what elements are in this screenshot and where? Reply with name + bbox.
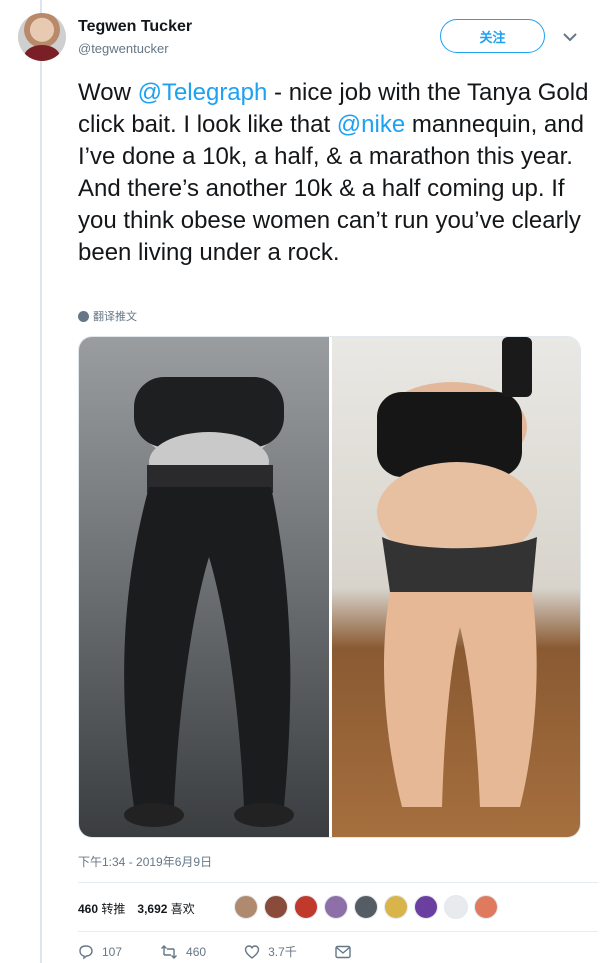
tweet-actions: 107 460 3.7千 <box>78 943 351 960</box>
like-stat[interactable]: 3,692 喜欢 <box>137 900 194 917</box>
liker-avatar[interactable] <box>384 895 408 919</box>
retweet-stat-count: 460 <box>78 902 99 916</box>
like-stat-label: 喜欢 <box>170 902 195 916</box>
avatar[interactable] <box>18 13 66 61</box>
retweet-stat[interactable]: 460 转推 <box>78 900 125 917</box>
photo-mannequin[interactable] <box>79 337 329 837</box>
tweet-text: Wow @Telegraph - nice job with the Tanya… <box>78 77 590 269</box>
tweet-timestamp[interactable]: 下午1:34 - 2019年6月9日 <box>78 853 212 870</box>
like-button[interactable]: 3.7千 <box>244 943 297 960</box>
like-stat-count: 3,692 <box>137 902 168 916</box>
translate-link[interactable]: 翻译推文 <box>78 308 137 324</box>
divider <box>78 931 598 932</box>
tweet-text-part: Wow <box>78 79 138 106</box>
avatar-shoulders <box>24 45 60 61</box>
reply-count: 107 <box>102 944 123 959</box>
retweet-stat-label: 转推 <box>101 902 126 916</box>
mail-icon <box>335 945 351 958</box>
globe-icon <box>78 310 89 322</box>
mention-link-nike[interactable]: @nike <box>337 111 405 138</box>
liker-avatar[interactable] <box>324 895 348 919</box>
display-name[interactable]: Tegwen Tucker <box>78 18 192 36</box>
liker-avatar[interactable] <box>264 895 288 919</box>
retweet-icon <box>161 944 178 959</box>
heart-icon <box>244 944 260 959</box>
thread-rule <box>40 0 42 963</box>
tweet-stats: 460 转推 3,692 喜欢 <box>78 900 195 917</box>
liker-avatar[interactable] <box>294 895 318 919</box>
reply-icon <box>79 944 93 959</box>
like-count: 3.7千 <box>268 945 297 959</box>
user-handle[interactable]: @tegwentucker <box>78 41 169 56</box>
mention-link-telegraph[interactable]: @Telegraph <box>138 79 268 106</box>
liker-avatar[interactable] <box>414 895 438 919</box>
liker-avatar[interactable] <box>474 895 498 919</box>
divider <box>78 882 598 883</box>
follow-button[interactable]: 关注 <box>440 19 545 53</box>
liker-avatar[interactable] <box>234 895 258 919</box>
liker-avatar[interactable] <box>354 895 378 919</box>
translate-label: 翻译推文 <box>93 311 137 323</box>
liker-avatar[interactable] <box>444 895 468 919</box>
message-button[interactable] <box>335 945 351 959</box>
chevron-down-icon[interactable] <box>561 30 579 44</box>
retweet-count: 460 <box>186 944 207 959</box>
selfie-figure <box>377 337 537 807</box>
retweet-button[interactable]: 460 <box>160 944 206 960</box>
mannequin-figure <box>124 377 294 827</box>
reply-button[interactable]: 107 <box>78 944 122 960</box>
liker-avatars <box>234 895 498 919</box>
tweet-media[interactable] <box>78 336 581 838</box>
photo-selfie[interactable] <box>332 337 580 837</box>
